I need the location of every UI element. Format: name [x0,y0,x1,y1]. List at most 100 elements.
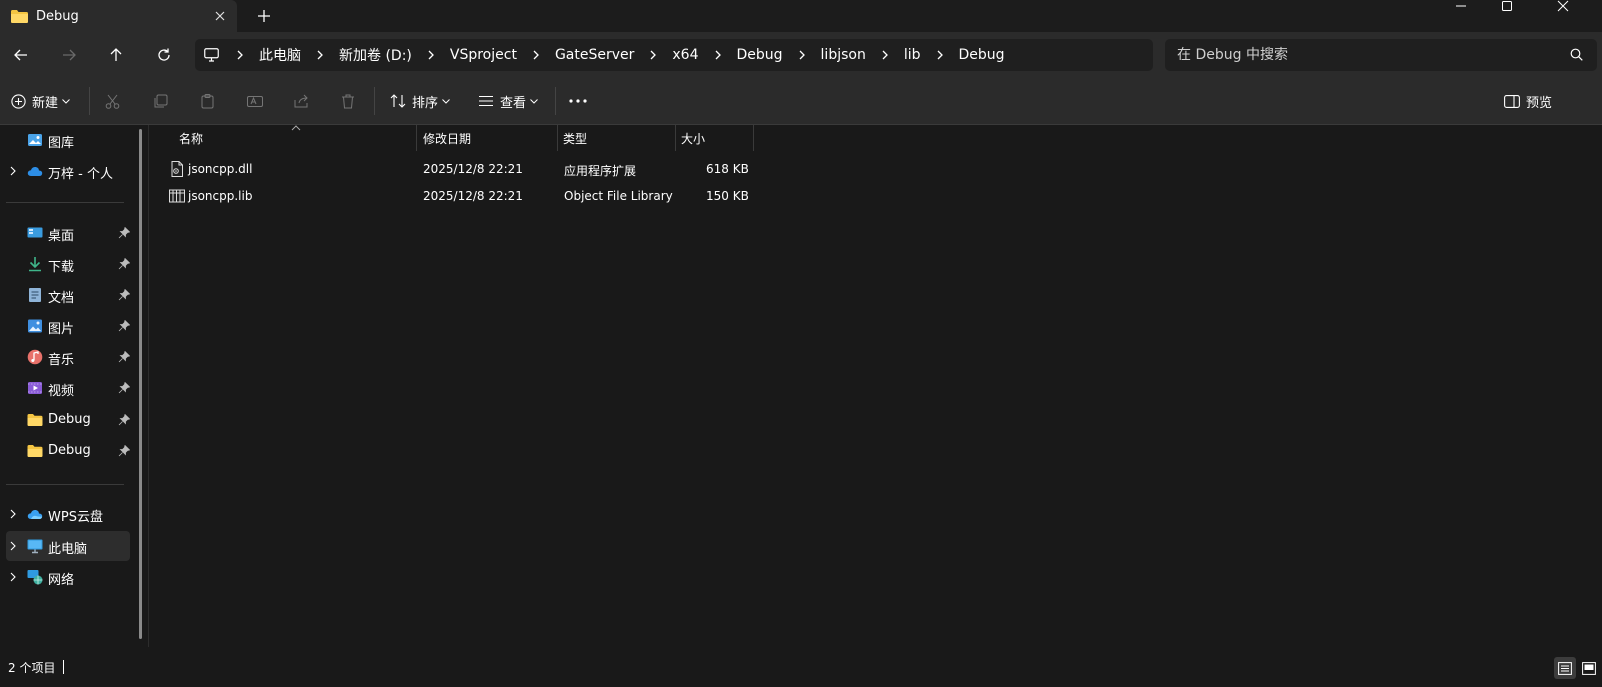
search-input[interactable] [1177,46,1547,64]
more-options-button[interactable] [569,89,587,113]
pin-icon[interactable] [118,351,130,363]
breadcrumb-separator-icon[interactable] [880,50,890,60]
rename-button[interactable] [247,89,263,113]
breadcrumb-item[interactable]: lib [904,47,921,63]
address-bar[interactable]: 此电脑 新加卷 (D:) VSproject GateServer x64 Debug li… [195,39,1153,71]
sidebar-item-documents[interactable]: 文档 [6,280,130,310]
sidebar-item-onedrive[interactable]: 万梓 - 个人 [6,156,130,186]
sidebar-item-network[interactable]: 网络 [6,562,130,592]
delete-button[interactable] [341,89,355,113]
minimize-button[interactable] [1438,0,1484,14]
breadcrumb-item[interactable]: Debug [959,47,1005,63]
chevron-right-icon[interactable] [8,541,18,551]
breadcrumb-separator-icon[interactable] [426,50,436,60]
sidebar-item-debug-1[interactable]: Debug [6,405,130,435]
chevron-right-icon[interactable] [8,572,18,582]
paste-button[interactable] [200,89,215,113]
breadcrumb-separator-icon[interactable] [315,50,325,60]
share-button[interactable] [294,89,309,113]
close-tab-icon[interactable] [212,8,228,24]
sort-button[interactable]: 排序 [390,89,450,113]
breadcrumb-separator-icon[interactable] [935,50,945,60]
preview-pane-button[interactable]: 预览 [1504,89,1552,113]
pin-icon[interactable] [118,227,130,239]
trash-icon [342,94,354,108]
breadcrumb-item[interactable]: Debug [737,47,783,63]
tab-debug[interactable]: Debug [0,0,237,32]
breadcrumb-item[interactable]: libjson [821,47,866,63]
lib-file-icon [169,189,185,203]
sidebar-item-downloads[interactable]: 下载 [6,249,130,279]
breadcrumb-item[interactable]: GateServer [555,47,634,63]
breadcrumb-separator-icon[interactable] [235,50,245,60]
command-bar: 新建 排序 查看 预览 [0,77,1602,125]
breadcrumb-item[interactable]: x64 [672,47,698,63]
column-header-label: 类型 [563,131,588,146]
close-window-button[interactable] [1540,0,1586,14]
view-button[interactable]: 查看 [478,89,538,113]
pin-icon[interactable] [118,258,130,270]
breadcrumb-separator-icon[interactable] [713,50,723,60]
copy-button[interactable] [153,89,168,113]
breadcrumb-item[interactable]: 新加卷 (D:) [339,45,412,65]
chevron-right-icon[interactable] [8,166,18,176]
column-header-type[interactable]: 类型 [563,125,587,151]
file-size: 618 KB [706,162,749,176]
new-tab-button[interactable] [254,6,274,26]
sidebar-item-this-pc[interactable]: 此电脑 [6,531,130,561]
sidebar-scrollbar[interactable] [139,129,142,639]
refresh-icon [158,48,170,61]
breadcrumb: 此电脑 新加卷 (D:) VSproject GateServer x64 Debug li… [219,45,1005,65]
column-header-name[interactable]: 名称 [179,125,203,151]
breadcrumb-item[interactable]: VSproject [450,47,517,63]
pin-icon[interactable] [118,382,130,394]
pin-icon[interactable] [118,320,130,332]
table-row[interactable]: jsoncpp.dll 2025/12/8 22:21 应用程序扩展 618 K… [164,156,764,182]
column-divider[interactable] [557,125,558,151]
new-button[interactable]: 新建 [11,89,70,113]
sidebar-item-label: 下载 [48,260,75,275]
sidebar-item-debug-2[interactable]: Debug [6,436,130,466]
column-divider[interactable] [753,125,754,151]
computer-icon [204,48,219,62]
column-divider[interactable] [416,125,417,151]
breadcrumb-separator-icon[interactable] [531,50,541,60]
arrow-up-icon [110,48,122,61]
sidebar-item-label: 桌面 [48,229,75,244]
file-list: 名称 修改日期 类型 大小 jsoncpp.dll 2025/12/8 22:2… [150,125,1602,647]
folder-icon [27,414,43,426]
file-name: jsoncpp.lib [188,189,253,203]
breadcrumb-separator-icon[interactable] [797,50,807,60]
large-icons-view-button[interactable] [1578,657,1600,679]
breadcrumb-item[interactable]: 此电脑 [259,45,301,65]
up-button[interactable] [103,42,129,68]
maximize-button[interactable] [1484,0,1530,14]
share-icon [294,94,308,107]
breadcrumb-separator-icon[interactable] [648,50,658,60]
search-box[interactable] [1165,39,1597,71]
column-header-size[interactable]: 大小 [681,125,705,151]
scissors-icon [105,94,120,109]
music-icon [27,349,43,365]
sidebar-item-pictures[interactable]: 图片 [6,311,130,341]
cut-button[interactable] [105,89,120,113]
sidebar-item-gallery[interactable]: 图库 [6,125,130,155]
sidebar-item-videos[interactable]: 视频 [6,373,130,403]
column-header-modified[interactable]: 修改日期 [423,125,471,151]
column-divider[interactable] [675,125,676,151]
chevron-down-icon [62,98,70,104]
back-button[interactable] [8,42,34,68]
refresh-button[interactable] [151,42,177,68]
sidebar-item-music[interactable]: 音乐 [6,342,130,372]
sidebar-item-wps-cloud[interactable]: WPS云盘 [6,499,130,529]
pin-icon[interactable] [118,289,130,301]
copy-icon [154,94,168,107]
sidebar-item-desktop[interactable]: 桌面 [6,218,130,248]
pin-icon[interactable] [118,414,130,426]
table-row[interactable]: jsoncpp.lib 2025/12/8 22:21 Object File … [164,183,764,209]
chevron-right-icon[interactable] [8,509,18,519]
pin-icon[interactable] [118,445,130,457]
forward-button[interactable] [56,42,82,68]
details-view-button[interactable] [1554,657,1576,679]
column-header-label: 名称 [179,131,204,146]
